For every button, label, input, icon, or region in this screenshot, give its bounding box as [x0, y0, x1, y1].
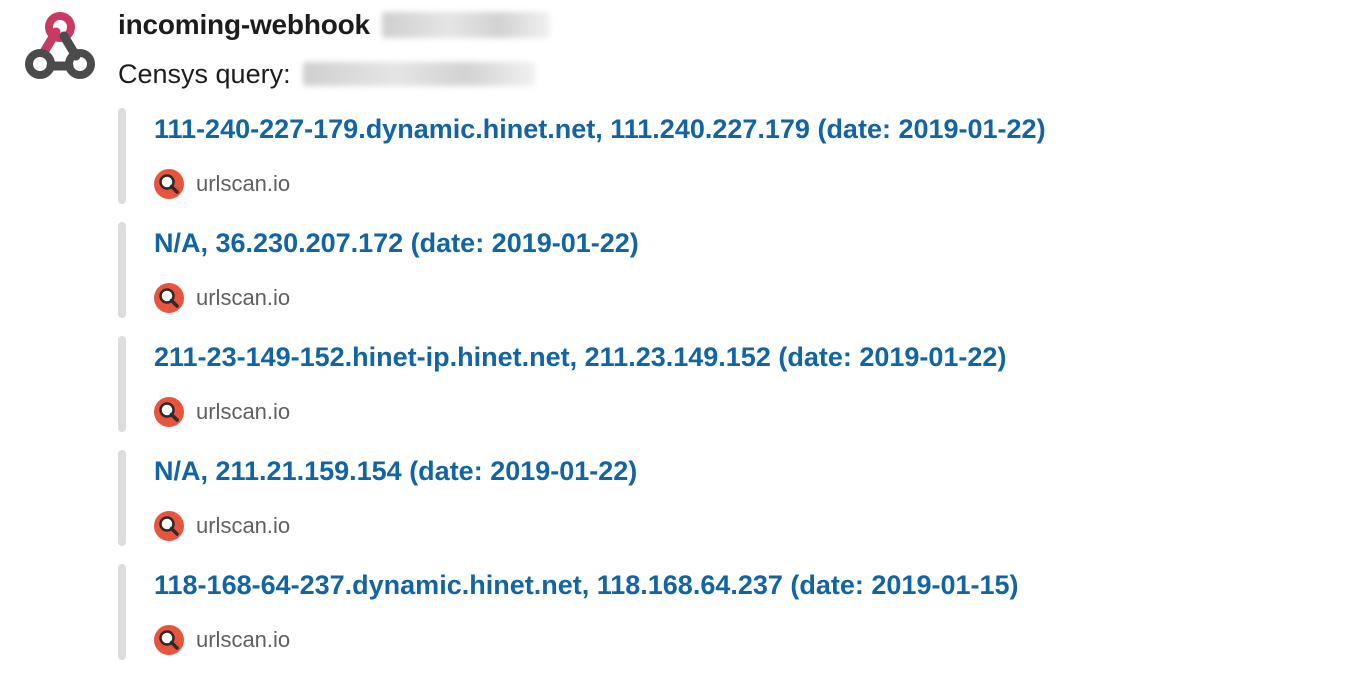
attachment-footer-text: urlscan.io: [196, 513, 291, 538]
attachment-title-link[interactable]: 111-240-227-179.dynamic.hinet.net, 111.2…: [154, 114, 1046, 145]
attachment-bar: [118, 222, 126, 318]
attachment: N/A, 211.21.159.154 (date: 2019-01-22) u…: [118, 450, 1318, 546]
urlscan-icon: [154, 625, 184, 655]
attachment-bar: [118, 450, 126, 546]
attachment-footer: urlscan.io: [154, 396, 290, 428]
message-text: Censys query:: [118, 55, 535, 93]
query-label: Censys query:: [118, 58, 291, 89]
attachment-footer: urlscan.io: [154, 624, 290, 656]
attachment-footer: urlscan.io: [154, 282, 290, 314]
webhook-logo-icon[interactable]: [22, 8, 98, 84]
attachment-bar: [118, 336, 126, 432]
attachment-bar: [118, 108, 126, 204]
attachment: 111-240-227-179.dynamic.hinet.net, 111.2…: [118, 108, 1318, 204]
message-header: incoming-webhook: [118, 6, 550, 44]
app-name[interactable]: incoming-webhook: [118, 9, 370, 41]
attachment-title-link[interactable]: N/A, 211.21.159.154 (date: 2019-01-22): [154, 456, 637, 487]
attachment-footer: urlscan.io: [154, 168, 290, 200]
attachment: 211-23-149-152.hinet-ip.hinet.net, 211.2…: [118, 336, 1318, 432]
redacted-app-badge: [381, 12, 550, 38]
attachment: N/A, 36.230.207.172 (date: 2019-01-22) u…: [118, 222, 1318, 318]
attachment: 118-168-64-237.dynamic.hinet.net, 118.16…: [118, 564, 1318, 660]
attachment-footer-text: urlscan.io: [196, 285, 291, 310]
attachment-title-link[interactable]: 211-23-149-152.hinet-ip.hinet.net, 211.2…: [154, 342, 1006, 373]
attachment-list: 111-240-227-179.dynamic.hinet.net, 111.2…: [118, 108, 1318, 678]
urlscan-icon: [154, 397, 184, 427]
urlscan-icon: [154, 283, 184, 313]
attachment-footer: urlscan.io: [154, 510, 290, 542]
redacted-query-value: [302, 62, 535, 86]
attachment-bar: [118, 564, 126, 660]
attachment-footer-text: urlscan.io: [196, 627, 291, 652]
attachment-footer-text: urlscan.io: [196, 399, 291, 424]
attachment-title-link[interactable]: 118-168-64-237.dynamic.hinet.net, 118.16…: [154, 570, 1019, 601]
attachment-title-link[interactable]: N/A, 36.230.207.172 (date: 2019-01-22): [154, 228, 639, 259]
urlscan-icon: [154, 169, 184, 199]
urlscan-icon: [154, 511, 184, 541]
attachment-footer-text: urlscan.io: [196, 171, 291, 196]
